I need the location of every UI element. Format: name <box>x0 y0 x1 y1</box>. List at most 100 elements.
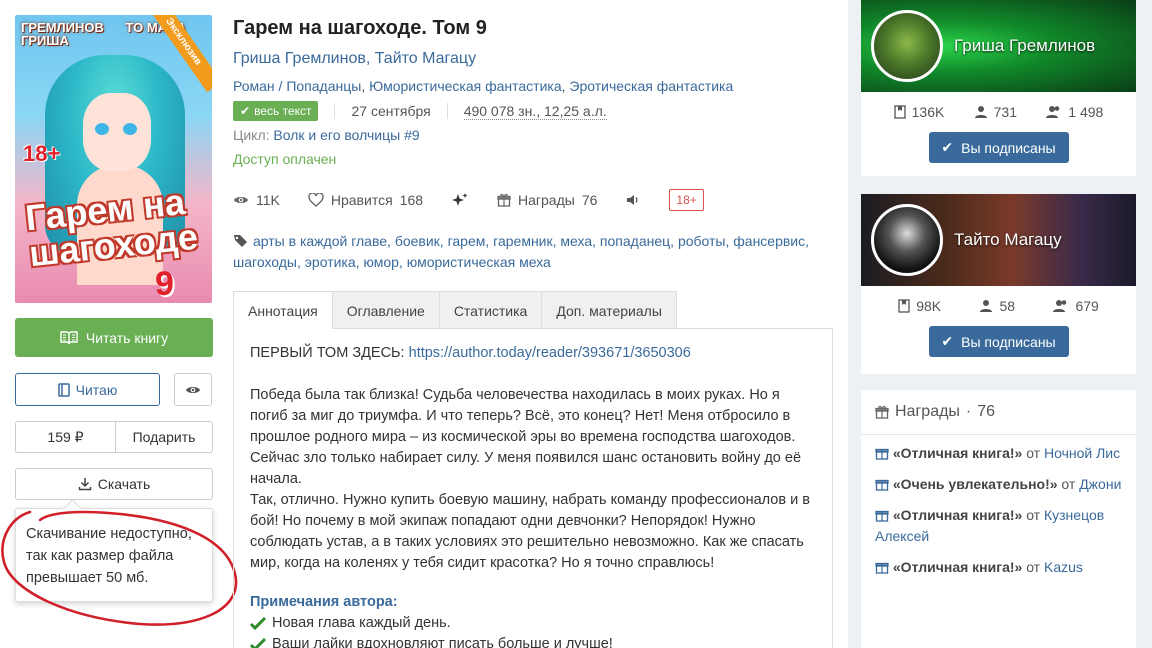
tag-link[interactable]: роботы <box>678 233 726 249</box>
genre-link[interactable]: Роман / Попаданцы <box>233 78 361 94</box>
author-note-item: Новая глава каждый день. <box>250 613 816 634</box>
tag-link[interactable]: юмор <box>363 254 399 270</box>
tag-list: арты в каждой главе, боевик, гарем, гаре… <box>233 233 810 270</box>
tag-link[interactable]: юмористическая меха <box>407 254 551 270</box>
tag-link[interactable]: гарем <box>448 233 486 249</box>
award-user-link[interactable]: Ночной Лис <box>1044 445 1120 461</box>
first-volume-link[interactable]: https://author.today/reader/393671/36503… <box>409 345 691 361</box>
author-link[interactable]: Гриша Гремлинов <box>233 50 366 67</box>
annotation-panel: ПЕРВЫЙ ТОМ ЗДЕСЬ: https://author.today/r… <box>233 328 833 648</box>
award-item: «Отличная книга!» от Ночной Лис <box>875 443 1122 464</box>
tag-link[interactable]: шагоходы <box>233 254 297 270</box>
download-label: Скачать <box>97 476 151 492</box>
award-user-link[interactable]: Джони <box>1079 476 1121 492</box>
annotation-paragraph: Победа была так близка! Судьба человечес… <box>250 387 802 487</box>
read-book-button[interactable]: Читать книгу <box>15 318 213 357</box>
author-subscribers-count: 679 <box>1075 298 1099 314</box>
download-button[interactable]: Скачать <box>15 468 213 500</box>
tab-contents[interactable]: Оглавление <box>331 291 440 329</box>
awards-title: Награды <box>895 403 960 420</box>
purchase-group: 159 ₽ Подарить <box>15 421 213 453</box>
author-followers-stat: 731 <box>974 104 1017 120</box>
tag-link[interactable]: арты в каждой главе <box>253 233 387 249</box>
eye-icon <box>186 386 200 393</box>
cover-authors: Гремлинов Гриша <box>21 20 104 48</box>
cover-art-face <box>83 93 151 171</box>
tab-annotation[interactable]: Аннотация <box>233 291 333 329</box>
avatar[interactable] <box>871 204 943 276</box>
award-item: «Отличная книга!» от Kazus <box>875 557 1122 578</box>
book-cover[interactable]: Гремлинов Гриша то Маца Эксклюзив 18+ Га… <box>15 15 212 303</box>
cover-title: Гарем на шагоходе <box>23 180 200 275</box>
tag-link[interactable]: боевик <box>395 233 440 249</box>
award-from: от <box>1061 476 1076 492</box>
book-title: Гарем на шагоходе. Том 9 <box>233 17 487 39</box>
award-from: от <box>1026 507 1041 523</box>
series-line: Цикл: Волк и его волчицы #9 <box>233 127 420 143</box>
tag-link[interactable]: попаданец <box>600 233 670 249</box>
check-icon: ✔ <box>941 139 954 155</box>
author-subscribers-count: 1 498 <box>1068 104 1104 120</box>
tag-link[interactable]: меха <box>560 233 592 249</box>
author-banner[interactable]: Гриша Гремлинов <box>861 0 1136 92</box>
watch-button[interactable] <box>174 373 212 406</box>
author-card: Гриша Гремлинов 136K 731 1 498 ✔ Вы подп… <box>861 0 1136 176</box>
tag-link[interactable]: фансервис <box>733 233 805 249</box>
full-text-label: весь текст <box>254 104 312 118</box>
reading-status-button[interactable]: Читаю <box>15 373 160 406</box>
cover-art-eye <box>95 123 109 135</box>
audio-button[interactable] <box>625 193 641 207</box>
award-item: «Отличная книга!» от Кузнецов Алексей <box>875 505 1122 547</box>
tab-extras[interactable]: Доп. материалы <box>541 291 677 329</box>
awards-total: 76 <box>977 403 996 420</box>
annotation-paragraph: Так, отлично. Нужно купить боевую машину… <box>250 492 810 571</box>
awards-dot: · <box>965 403 972 420</box>
subscribe-button[interactable]: ✔ Вы подписаны <box>928 326 1069 357</box>
genre-link[interactable]: Эротическая фантастика <box>569 78 733 94</box>
reading-status-label: Читаю <box>75 381 118 398</box>
price-button[interactable]: 159 ₽ <box>16 422 116 452</box>
awards-panel: Награды · 76 «Отличная книга!» от Ночной… <box>861 390 1136 648</box>
read-book-label: Читать книгу <box>85 329 169 346</box>
awards-button[interactable]: Награды 76 <box>497 192 597 208</box>
awards-label: Награды <box>518 192 575 208</box>
gift-button[interactable]: Подарить <box>116 422 212 452</box>
download-tooltip: Скачивание недоступно, так как размер фа… <box>15 508 213 602</box>
author-stats: 136K 731 1 498 <box>861 92 1136 132</box>
book-size: 490 078 зн., 12,25 а.л. <box>463 102 607 120</box>
author-note-text: Новая глава каждый день. <box>272 615 451 631</box>
checkmark-icon <box>250 638 266 648</box>
author-note-item: Ваши лайки вдохновляют писать больше и л… <box>250 634 816 648</box>
gift-icon <box>875 479 889 491</box>
age-rating-badge: 18+ <box>669 189 704 211</box>
book-open-icon <box>60 330 78 344</box>
author-name[interactable]: Тайто Магацу <box>954 230 1062 250</box>
sparkle-icon <box>452 193 468 206</box>
book-tabs: Аннотация Оглавление Статистика Доп. мат… <box>233 291 677 329</box>
sparkle-button[interactable] <box>451 192 469 208</box>
author-name[interactable]: Гриша Гремлинов <box>954 36 1095 56</box>
check-icon: ✔ <box>240 104 251 118</box>
subscribe-button[interactable]: ✔ Вы подписаны <box>928 132 1069 163</box>
tag-link[interactable]: эротика <box>305 254 356 270</box>
series-link[interactable]: Волк и его волчицы <box>273 127 400 143</box>
author-banner[interactable]: Тайто Магацу <box>861 194 1136 286</box>
first-volume-label: ПЕРВЫЙ ТОМ ЗДЕСЬ: <box>250 345 405 361</box>
views-count: 11K <box>256 192 280 208</box>
avatar[interactable] <box>871 10 943 82</box>
subscribe-label: Вы подписаны <box>961 333 1056 350</box>
awards-header: Награды · 76 <box>861 390 1136 435</box>
like-button[interactable]: Нравится 168 <box>308 192 423 208</box>
gift-icon <box>875 405 889 419</box>
award-user-link[interactable]: Kazus <box>1044 559 1083 575</box>
tab-statistics[interactable]: Статистика <box>438 291 543 329</box>
award-from: от <box>1026 445 1041 461</box>
tag-link[interactable]: гаремник <box>493 233 552 249</box>
author-subscribers-stat: 679 <box>1053 298 1099 314</box>
genre-link[interactable]: Юмористическая фантастика <box>369 78 562 94</box>
gift-icon <box>875 510 889 522</box>
subscribe-label: Вы подписаны <box>961 139 1056 156</box>
user-icon <box>980 300 993 312</box>
author-link[interactable]: Тайто Магацу <box>375 50 476 67</box>
award-from: от <box>1026 559 1041 575</box>
